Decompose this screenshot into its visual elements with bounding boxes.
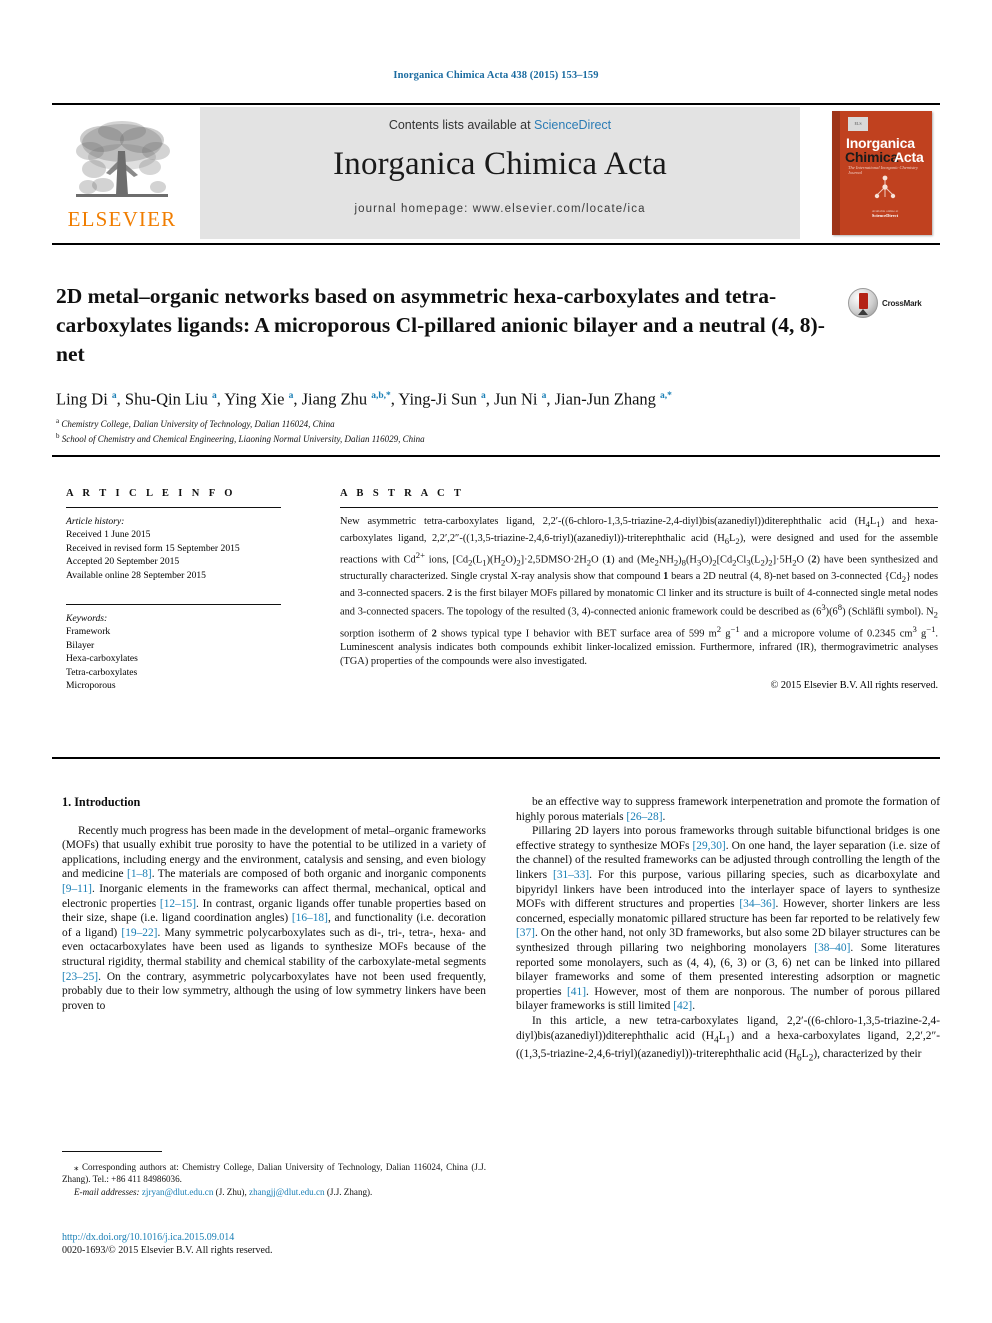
section-heading-introduction: 1. Introduction [62,795,141,809]
journal-cover: ELS Inorganica Chimica Acta The Internat… [822,107,940,239]
abstract-rule [340,507,938,508]
keywords-rule [66,604,281,606]
journal-cover-art: ELS Inorganica Chimica Acta The Internat… [832,111,932,235]
abstract-bottom-rule [52,757,940,759]
email-note: E-mail addresses: zjryan@dlut.edu.cn (J.… [62,1186,486,1198]
journal-homepage[interactable]: journal homepage: www.elsevier.com/locat… [200,183,800,215]
list-item: Bilayer [66,639,95,651]
list-item: Accepted 20 September 2015 [66,556,180,568]
paragraph: be an effective way to suppress framewor… [516,796,940,823]
elsevier-logo: ELSEVIER [52,107,192,239]
keywords-list: Framework Bilayer Hexa-carboxylates Tetra-c… [66,625,281,692]
list-item: Hexa-carboxylates [66,653,138,665]
list-item: Framework [66,626,111,638]
crossmark-icon [848,288,878,318]
paper-page: Inorganica Chimica Acta 438 (2015) 153–1… [0,0,992,1323]
cover-publisher-badge: ELS [848,117,868,131]
journal-title: Inorganica Chimica Acta [333,146,667,182]
email-link-1[interactable]: zjryan@dlut.edu.cn [142,1187,214,1197]
cover-footer: Available online at ScienceDirect [862,209,908,218]
cover-molecule-icon [874,175,896,199]
list-item: Microporous [66,680,116,692]
corresponding-author-note: ⁎ Corresponding authors at: Chemistry Co… [62,1162,486,1185]
header-rule [52,103,940,105]
article-history-list: Received 1 June 2015 Received in revised … [66,528,281,582]
page-title: 2D metal–organic networks based on asymm… [56,284,825,366]
footnote-rule [62,1151,162,1152]
email-link-2[interactable]: zhangjj@dlut.edu.cn [249,1187,325,1197]
doi-block: http://dx.doi.org/10.1016/j.ica.2015.09.… [62,1231,486,1257]
paragraph: Recently much progress has been made in … [62,824,487,1012]
article-info-column: A R T I C L E I N F O Article history: R… [66,488,281,692]
cover-title-line2: Chimica [845,149,899,165]
authors-bottom-rule [52,455,940,457]
journal-masthead: ELSEVIER Contents lists available at Sci… [52,107,940,239]
abstract-text: New asymmetric tetra-carboxylates ligand… [340,516,939,668]
body-column-right: be an effective way to suppress framewor… [516,795,940,1066]
doi-link[interactable]: http://dx.doi.org/10.1016/j.ica.2015.09.… [62,1231,486,1244]
left-paragraphs: Recently much progress has been made in … [62,824,486,1014]
sciencedirect-link[interactable]: ScienceDirect [534,118,611,132]
abstract-copyright: © 2015 Elsevier B.V. All rights reserved… [770,679,938,691]
contents-line: Contents lists available at ScienceDirec… [200,107,800,132]
list-item: Received in revised form 15 September 20… [66,542,240,554]
crossmark-badge[interactable]: CrossMark [848,286,940,320]
keywords-label: Keywords: [66,613,108,625]
elsevier-wordmark: ELSEVIER [67,207,177,231]
author-list: Ling Di a, Shu-Qin Liu a, Ying Xie a, Ji… [56,389,672,409]
cover-spine [832,111,840,235]
journal-banner: Contents lists available at ScienceDirec… [200,107,800,239]
list-item: Received 1 June 2015 [66,529,151,541]
article-info-heading: A R T I C L E I N F O [66,488,236,499]
list-item: Tetra-carboxylates [66,666,138,678]
article-history-label: Article history: [66,516,125,527]
elsevier-tree-icon [76,121,170,197]
paragraph: In this article, a new tetra-carboxylate… [516,1014,940,1064]
paragraph: Pillaring 2D layers into porous framewor… [516,825,940,1013]
masthead-bottom-rule [52,243,940,245]
body-column-left: 1. Introduction Recently much progress h… [62,795,486,1013]
issn-copyright: 0020-1693/© 2015 Elsevier B.V. All right… [62,1245,273,1257]
crossmark-label: CrossMark [882,298,922,308]
cover-title-line3: Acta [894,149,924,165]
running-head: Inorganica Chimica Acta 438 (2015) 153–1… [393,70,599,81]
cover-footer-brand: ScienceDirect [871,213,899,218]
affiliations: a Chemistry College, Dalian University o… [56,417,425,445]
email-who-2: (J.J. Zhang). [326,1186,373,1197]
email-who-1: (J. Zhu), [215,1186,247,1197]
abstract-heading: A B S T R A C T [340,488,465,499]
contents-prefix: Contents lists available at [388,118,535,132]
right-paragraphs: be an effective way to suppress framewor… [516,795,940,1066]
list-item: Available online 28 September 2015 [66,569,206,581]
footnote-block: ⁎ Corresponding authors at: Chemistry Co… [62,1161,486,1198]
abstract-column: A B S T R A C T New asymmetric tetra-car… [340,488,938,691]
article-info-rule [66,507,281,508]
email-label: E-mail addresses: [74,1186,140,1197]
